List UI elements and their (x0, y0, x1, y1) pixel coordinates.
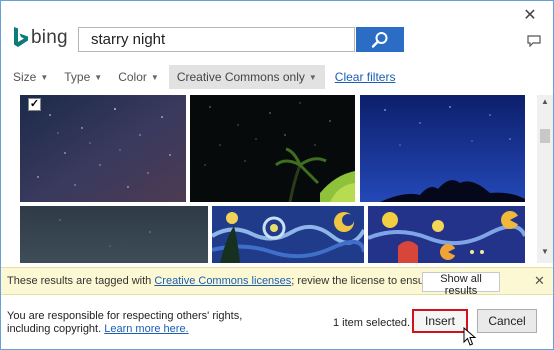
close-button[interactable]: ✕ (521, 7, 539, 25)
search-button[interactable] (356, 27, 404, 52)
selected-checkbox[interactable]: ✓ (28, 98, 41, 111)
pacman-art-image (368, 206, 525, 263)
bing-logo: bing (13, 25, 68, 51)
scroll-thumb[interactable] (540, 129, 550, 143)
filter-size[interactable]: Size ▼ (13, 65, 48, 89)
insert-button[interactable]: Insert (412, 309, 468, 333)
filter-license-label: Creative Commons only (176, 70, 305, 84)
palm-stars-image (190, 95, 355, 202)
image-tile-pacman-art[interactable] (368, 206, 525, 263)
results-scrollbar[interactable]: ▲ ▼ (537, 95, 553, 263)
license-notice-prefix: These results are tagged with (7, 275, 155, 287)
scroll-down-icon[interactable]: ▼ (537, 245, 553, 259)
close-icon[interactable]: ✕ (534, 273, 545, 289)
speech-bubble-icon[interactable] (527, 35, 541, 47)
image-tile-van-gogh[interactable] (212, 206, 364, 263)
filter-license[interactable]: Creative Commons only ▼ (168, 65, 325, 89)
selection-status: 1 item selected. (333, 317, 411, 329)
rights-notice: You are responsible for respecting other… (7, 310, 277, 336)
search-icon (371, 31, 388, 48)
close-icon: ✕ (523, 7, 537, 24)
cancel-button[interactable]: Cancel (477, 309, 537, 333)
chevron-down-icon: ▼ (150, 72, 159, 82)
dark-sky-image (20, 206, 208, 263)
filter-bar: Size ▼ Type ▼ Color ▼ Creative Commons o… (13, 65, 395, 89)
scroll-up-icon[interactable]: ▲ (537, 95, 553, 109)
mouse-pointer-icon (463, 327, 477, 346)
chevron-down-icon: ▼ (40, 72, 49, 82)
insert-pictures-dialog: ✕ bing Size ▼ Type ▼ Color ▼ Creative Co… (0, 0, 554, 350)
show-all-results-button[interactable]: Show all results (422, 272, 500, 297)
image-tile-dark-sky[interactable] (20, 206, 208, 263)
license-info-bar: These results are tagged with Creative C… (1, 267, 553, 297)
image-tile-starry-sky[interactable]: ✓ (20, 95, 186, 202)
chevron-down-icon: ▼ (308, 72, 317, 82)
learn-more-link[interactable]: Learn more here. (104, 323, 188, 335)
starry-sky-image (20, 95, 186, 202)
clear-filters-link[interactable]: Clear filters (335, 70, 396, 84)
filter-color[interactable]: Color ▼ (118, 65, 159, 89)
bing-logo-icon (14, 27, 28, 47)
filter-type[interactable]: Type ▼ (64, 65, 102, 89)
image-results-grid: ✓ (1, 95, 533, 263)
creative-commons-link[interactable]: Creative Commons licenses (154, 275, 291, 287)
filter-size-label: Size (13, 70, 37, 84)
van-gogh-image (212, 206, 364, 263)
filter-type-label: Type (64, 70, 91, 84)
filter-color-label: Color (118, 70, 147, 84)
image-tile-night-hill[interactable] (360, 95, 525, 202)
night-hill-image (360, 95, 525, 202)
search-input[interactable] (78, 27, 355, 52)
bing-wordmark: bing (31, 27, 68, 48)
chevron-down-icon: ▼ (94, 72, 103, 82)
image-tile-palm-stars[interactable] (190, 95, 355, 202)
